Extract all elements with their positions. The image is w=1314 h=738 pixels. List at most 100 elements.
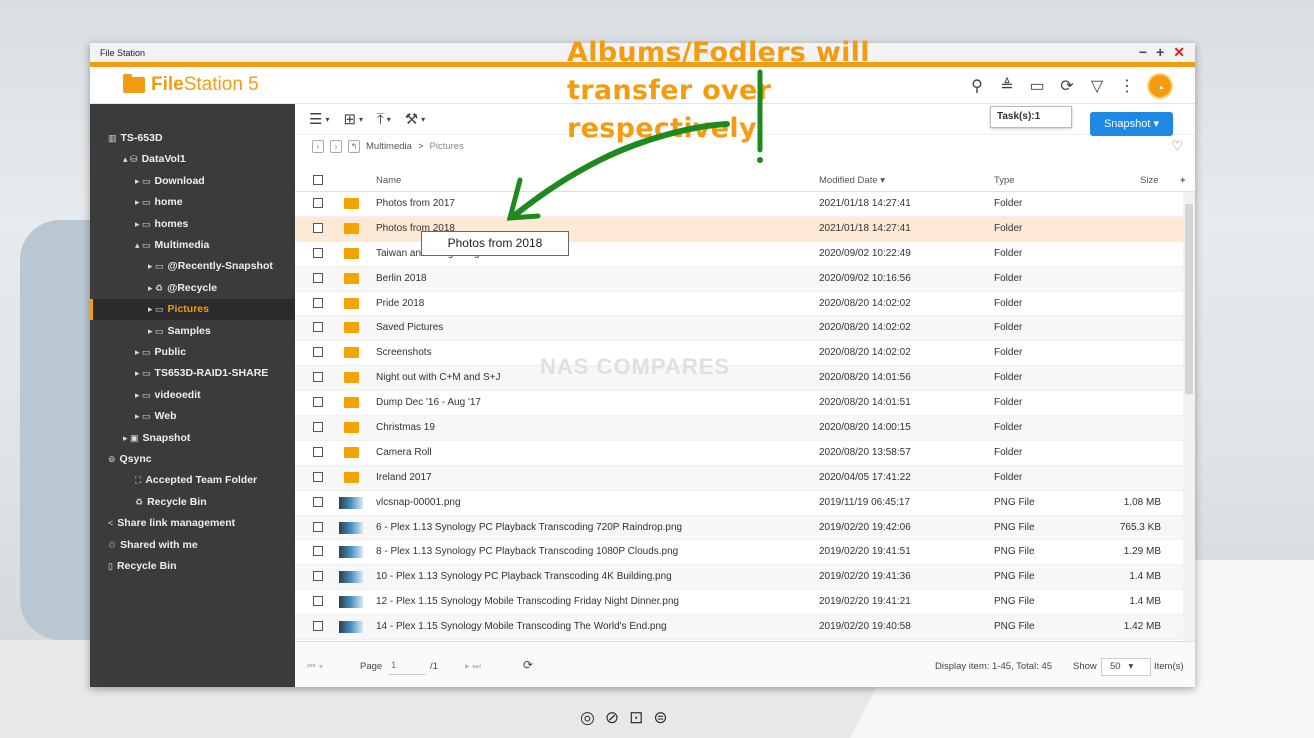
row-checkbox[interactable] [313, 322, 323, 333]
select-all-checkbox[interactable] [313, 175, 323, 185]
table-row[interactable]: 8 - Plex 1.13 Synology PC Playback Trans… [295, 540, 1183, 566]
sidebar-item[interactable]: ▯ Recycle Bin [108, 556, 176, 577]
close-button[interactable]: ✕ [1173, 44, 1185, 60]
row-checkbox[interactable] [313, 372, 323, 383]
file-list: Photos from 2017 2021/01/18 14:27:41 Folde… [295, 192, 1183, 641]
new-folder-button[interactable]: ⊞ ▾ [343, 110, 363, 128]
sidebar-item[interactable]: ⊚ Qsync [108, 449, 152, 470]
page-input[interactable]: 1 [388, 658, 426, 675]
table-row[interactable]: Saved Pictures 2020/08/20 14:02:02 Folder [295, 316, 1183, 342]
table-row[interactable]: vlcsnap-00001.png 2019/11/19 06:45:17 PNG … [295, 491, 1183, 516]
sidebar-item[interactable]: ▴ ⛁ DataVol1 [123, 149, 186, 170]
search-icon[interactable]: ⚲ [967, 76, 987, 96]
sidebar-item[interactable]: ▸ ▭ Pictures [90, 299, 295, 321]
sidebar-item[interactable]: ▸ ▭ TS653D-RAID1-SHARE [135, 363, 268, 384]
row-checkbox[interactable] [313, 222, 323, 233]
breadcrumb-root[interactable]: Multimedia [366, 141, 412, 152]
table-row[interactable]: Screenshots 2020/08/20 14:02:02 Folder [295, 341, 1183, 367]
sidebar-item[interactable]: ▸ ▭ Download [135, 171, 205, 192]
breadcrumb-current[interactable]: Pictures [430, 141, 464, 152]
tools-button[interactable]: ⚒ ▾ [405, 110, 425, 128]
column-modified-date[interactable]: Modified Date ▾ [819, 175, 885, 186]
table-row[interactable]: 10 - Plex 1.13 Synology PC Playback Tran… [295, 565, 1183, 591]
forward-button[interactable]: › [330, 139, 342, 153]
row-checkbox[interactable] [313, 471, 323, 482]
table-row[interactable]: Camera Roll 2020/08/20 13:58:57 Folder [295, 441, 1183, 466]
row-checkbox[interactable] [313, 571, 323, 582]
row-checkbox[interactable] [313, 422, 323, 433]
folder-icon [344, 297, 359, 309]
refresh-list-icon[interactable]: ⟳ [523, 658, 533, 672]
column-type[interactable]: Type [994, 175, 1015, 186]
filter-icon[interactable]: ▽ [1087, 76, 1107, 96]
file-name: Night out with C+M and S+J [376, 372, 501, 384]
sidebar-item[interactable]: ▸ ▭ Samples [148, 321, 211, 342]
favorite-icon[interactable]: ♡ [1171, 138, 1183, 154]
refresh-icon[interactable]: ⟳ [1057, 76, 1077, 96]
maximize-button[interactable]: + [1156, 44, 1164, 60]
row-checkbox[interactable] [313, 297, 323, 308]
sidebar-item[interactable]: ▸ ▭ home [135, 192, 183, 213]
column-size[interactable]: Size [1140, 175, 1158, 186]
table-row[interactable]: 6 - Plex 1.13 Synology PC Playback Trans… [295, 515, 1183, 541]
sidebar-item[interactable]: ▸ ▣ Snapshot [123, 428, 190, 449]
sidebar-item[interactable]: ♲ Shared with me [108, 535, 198, 556]
table-row[interactable]: Dump Dec '16 - Aug '17 2020/08/20 14:01:5… [295, 391, 1183, 417]
row-checkbox[interactable] [313, 397, 323, 408]
parent-folder-button[interactable]: ↰ [348, 139, 360, 153]
file-size: 1.08 MB [1123, 496, 1161, 508]
table-row[interactable]: Night out with C+M and S+J 2020/08/20 14:… [295, 366, 1183, 392]
sidebar-item[interactable]: ▸ ♻ @Recycle [148, 278, 217, 299]
row-checkbox[interactable] [313, 272, 323, 283]
back-button[interactable]: ‹ [312, 139, 324, 153]
row-checkbox[interactable] [313, 596, 323, 607]
folder-icon [344, 471, 359, 483]
notes-icon[interactable]: ⊜ [653, 708, 667, 728]
row-checkbox[interactable] [313, 546, 323, 557]
eye-icon[interactable]: ◎ [580, 708, 595, 728]
table-row[interactable]: Ireland 2017 2020/04/05 17:41:22 Folder [295, 465, 1183, 491]
sidebar-item[interactable]: ⛶ Accepted Team Folder [135, 470, 257, 491]
row-checkbox[interactable] [313, 347, 323, 358]
sidebar-item[interactable]: ♻ Recycle Bin [135, 492, 207, 513]
snapshot-button[interactable]: Snapshot ▾ [1089, 112, 1173, 136]
scrollbar[interactable] [1183, 192, 1195, 641]
table-row[interactable]: 12 - Plex 1.15 Synology Mobile Transcodi… [295, 590, 1183, 616]
tools-icon[interactable]: ⊘ [605, 708, 619, 728]
next-page-icon[interactable]: ▸ ⏭ [465, 661, 481, 672]
table-row[interactable]: Christmas 19 2020/08/20 14:00:15 Folder [295, 416, 1183, 441]
account-icon[interactable]: ◔ [1147, 73, 1173, 99]
sidebar-item[interactable]: ▸ ▭ homes [135, 214, 188, 235]
sidebar-item[interactable]: < Share link management [108, 513, 235, 534]
mode-icon[interactable]: ⊡ [629, 708, 643, 728]
table-row[interactable]: Pride 2018 2020/08/20 14:02:02 Folder [295, 292, 1183, 317]
cast-icon[interactable]: ▭ [1027, 76, 1047, 96]
table-row[interactable]: 14 - Plex 1.15 Synology Mobile Transcodi… [295, 615, 1183, 641]
upload-button[interactable]: ⤒ ▾ [377, 111, 391, 128]
column-name[interactable]: Name [376, 175, 401, 186]
row-checkbox[interactable] [313, 496, 323, 507]
sidebar-item[interactable]: ▸ ▭ Public [135, 342, 186, 363]
row-checkbox[interactable] [313, 621, 323, 632]
row-checkbox[interactable] [313, 198, 323, 208]
more-icon[interactable]: ⋮ [1117, 76, 1137, 96]
file-name: Pride 2018 [376, 297, 425, 309]
sidebar-item[interactable]: ▸ ▭ videoedit [135, 385, 201, 406]
row-checkbox[interactable] [313, 521, 323, 532]
table-row[interactable]: Photos from 2017 2021/01/18 14:27:41 Folde… [295, 192, 1183, 217]
items-per-page-select[interactable]: 50 ▾ [1101, 658, 1151, 676]
sidebar-item[interactable]: ▴ ▭ Multimedia [135, 235, 209, 256]
scrollbar-thumb[interactable] [1185, 204, 1193, 394]
column-options-icon[interactable]: + [1180, 175, 1186, 186]
folder-icon [344, 322, 359, 334]
view-mode-button[interactable]: ☰ ▾ [309, 110, 329, 128]
first-page-icon[interactable]: ⏮ ◂ [307, 661, 323, 672]
sidebar-item[interactable]: ▸ ▭ Web [135, 406, 177, 427]
minimize-button[interactable]: − [1139, 44, 1147, 60]
sidebar-item[interactable]: ▸ ▭ @Recently-Snapshot [148, 256, 273, 277]
task-icon[interactable]: ≜ [997, 76, 1017, 96]
table-row[interactable]: Berlin 2018 2020/09/02 10:16:56 Folder [295, 266, 1183, 292]
row-checkbox[interactable] [313, 446, 323, 457]
sidebar-item[interactable]: ▥ TS-653D [108, 128, 163, 149]
row-checkbox[interactable] [313, 247, 323, 258]
